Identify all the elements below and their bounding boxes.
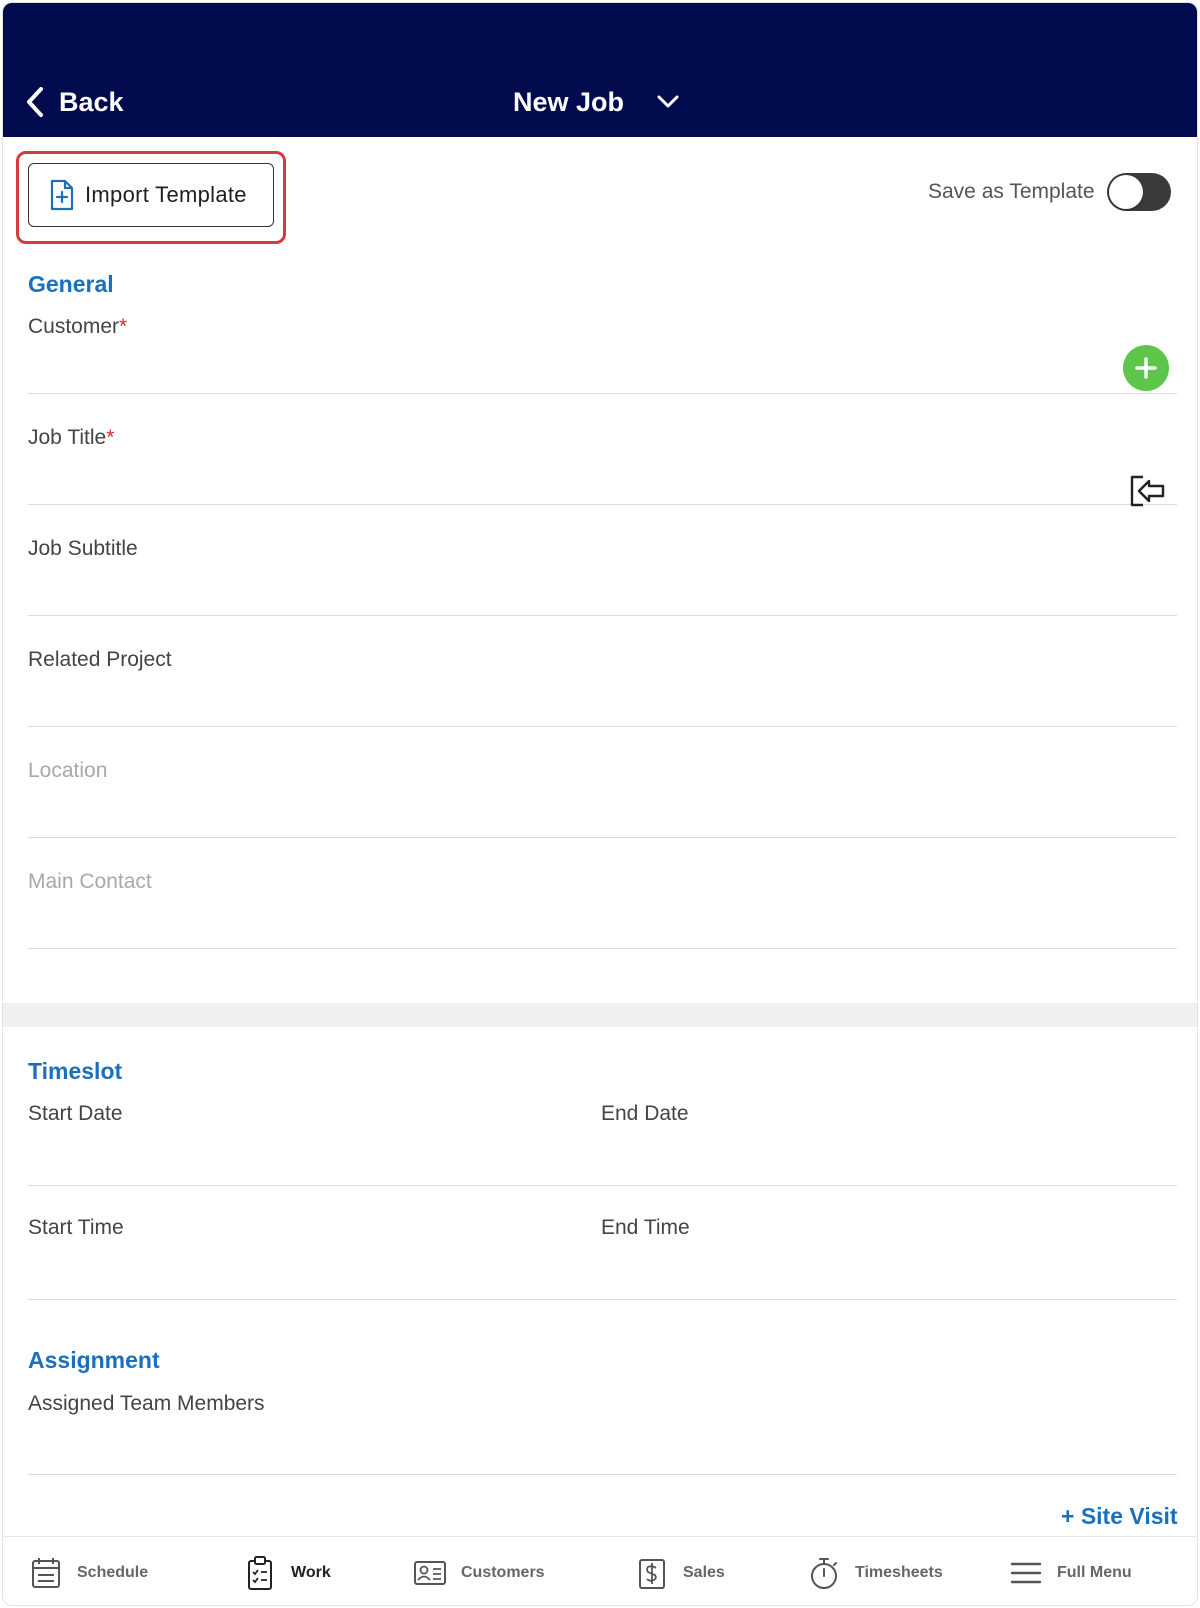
assignment-section-title: Assignment <box>28 1347 160 1373</box>
import-arrow-icon[interactable] <box>1129 474 1167 508</box>
assigned-team-members-label: Assigned Team Members <box>28 1392 265 1415</box>
end-time-field[interactable]: End Time <box>601 1216 690 1240</box>
top-header: Back New Job <box>3 3 1197 137</box>
related-project-label: Related Project <box>28 648 172 671</box>
job-title-field[interactable]: Job Title* <box>28 426 1177 505</box>
required-marker: * <box>119 315 128 338</box>
required-marker: * <box>106 426 115 449</box>
job-type-dropdown[interactable]: New Job <box>513 81 680 123</box>
add-site-visit-link[interactable]: + Site Visit <box>1061 1503 1178 1530</box>
contact-card-icon <box>414 1561 446 1585</box>
back-label: Back <box>59 86 124 117</box>
toggle-knob <box>1108 175 1143 209</box>
nav-schedule[interactable]: Schedule <box>29 1553 148 1593</box>
add-customer-button[interactable] <box>1123 345 1169 391</box>
nav-label: Customers <box>461 1564 545 1581</box>
save-as-template-toggle[interactable] <box>1106 173 1171 211</box>
menu-icon <box>1010 1562 1042 1584</box>
section-divider <box>3 1003 1197 1027</box>
back-button[interactable]: Back <box>25 81 124 123</box>
main-contact-field[interactable]: Main Contact <box>28 870 1177 949</box>
app-frame: Back New Job Import Template Save as Tem… <box>2 2 1198 1606</box>
nav-work[interactable]: Work <box>243 1553 331 1593</box>
plus-icon <box>1135 357 1157 379</box>
nav-label: Sales <box>683 1564 725 1581</box>
end-date-field[interactable]: End Date <box>601 1102 689 1126</box>
nav-label: Timesheets <box>855 1564 943 1581</box>
import-template-button[interactable]: Import Template <box>28 163 274 227</box>
dollar-icon <box>639 1559 665 1589</box>
nav-sales[interactable]: Sales <box>635 1553 725 1593</box>
nav-label: Full Menu <box>1057 1564 1132 1581</box>
import-template-label: Import Template <box>85 182 247 207</box>
add-document-icon <box>50 179 74 211</box>
location-placeholder: Location <box>28 759 108 782</box>
nav-label: Schedule <box>77 1564 149 1581</box>
nav-label: Work <box>291 1564 331 1581</box>
job-subtitle-label: Job Subtitle <box>28 537 138 560</box>
location-field[interactable]: Location <box>28 759 1177 838</box>
job-title-label: Job Title* <box>28 426 115 449</box>
chevron-left-icon <box>27 87 43 117</box>
nav-customers[interactable]: Customers <box>413 1553 545 1593</box>
clipboard-icon <box>248 1556 272 1590</box>
customer-field[interactable]: Customer* <box>28 315 1177 394</box>
related-project-field[interactable]: Related Project <box>28 648 1177 727</box>
start-time-field[interactable]: Start Time <box>28 1216 124 1240</box>
timeslot-section-title: Timeslot <box>28 1058 123 1084</box>
save-as-template-label: Save as Template <box>928 180 1095 203</box>
nav-full-menu[interactable]: Full Menu <box>1009 1553 1132 1593</box>
chevron-down-icon <box>657 95 679 108</box>
assigned-team-members-field[interactable]: Assigned Team Members <box>28 1392 1177 1475</box>
start-date-field[interactable]: Start Date <box>28 1102 123 1126</box>
calendar-icon <box>32 1558 60 1588</box>
nav-timesheets[interactable]: Timesheets <box>807 1553 943 1593</box>
main-contact-placeholder: Main Contact <box>28 870 152 893</box>
save-as-template: Save as Template <box>928 173 1171 211</box>
page-title: New Job <box>513 86 625 117</box>
general-section-title: General <box>28 271 114 297</box>
stopwatch-icon <box>811 1558 837 1589</box>
bottom-nav: Schedule Work Customers Sales Timesheets… <box>3 1536 1197 1605</box>
customer-label: Customer* <box>28 315 128 338</box>
job-subtitle-field[interactable]: Job Subtitle <box>28 537 1177 616</box>
